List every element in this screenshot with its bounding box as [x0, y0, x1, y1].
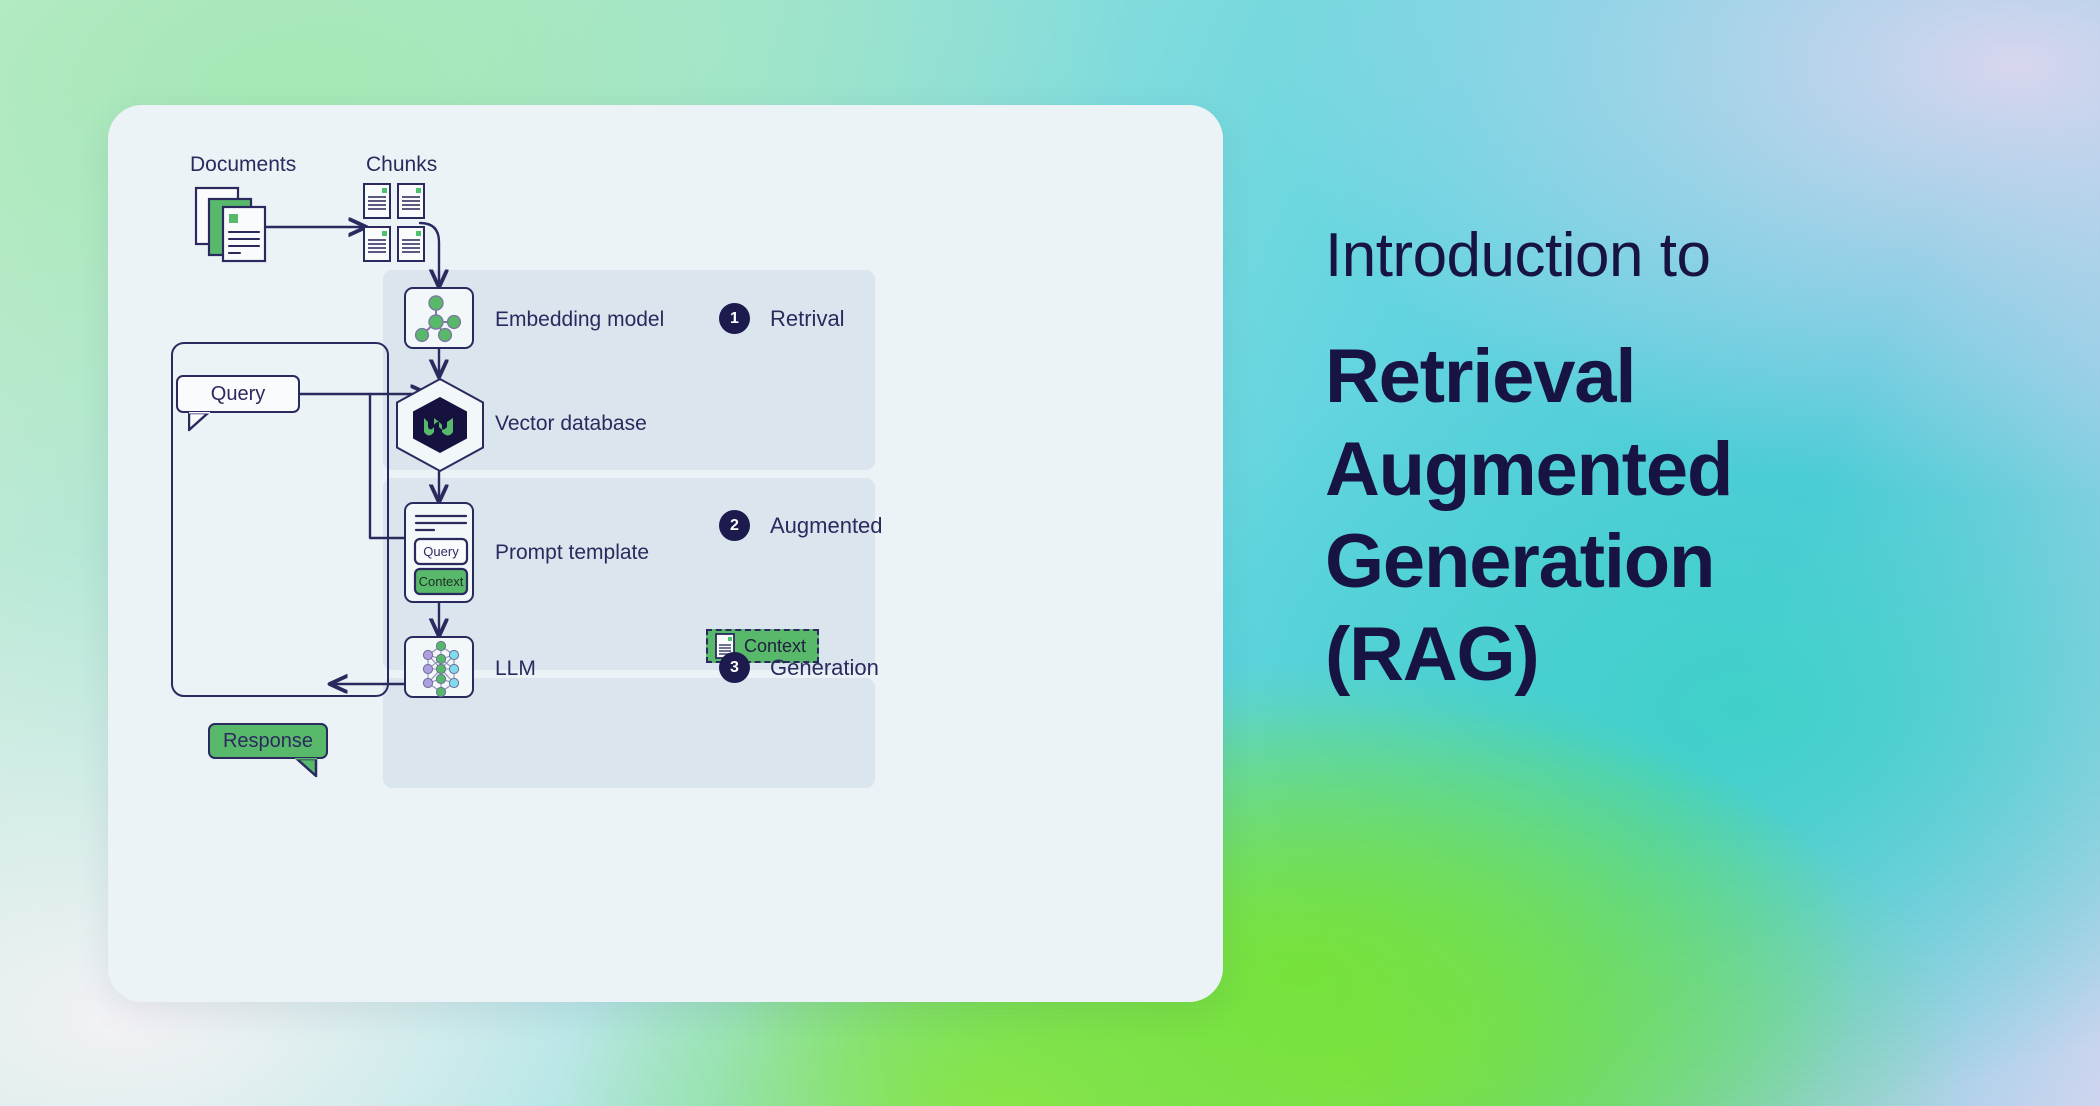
- title-line-4: (RAG): [1325, 612, 1540, 698]
- poster-canvas: Introduction to Retrieval Augmented Gene…: [0, 0, 2100, 1106]
- query-bubble[interactable]: Query: [176, 375, 300, 432]
- title-line-3: Generation: [1325, 519, 1715, 605]
- step-badge-2: 2: [719, 510, 750, 541]
- response-bubble-label: Response: [222, 729, 314, 752]
- response-bubble[interactable]: Response: [208, 723, 328, 778]
- documents-label: Documents: [190, 153, 297, 176]
- prompt-query-slot-text: Query: [423, 544, 459, 559]
- llm-label: LLM: [495, 657, 536, 680]
- chunks-icon: [363, 183, 425, 262]
- step-badge-3: 3: [719, 652, 750, 683]
- query-bubble-label: Query: [210, 382, 266, 405]
- prompt-template-label: Prompt template: [495, 541, 650, 564]
- title-block: Introduction to Retrieval Augmented Gene…: [1325, 225, 2015, 702]
- context-chip-label: Context: [744, 635, 807, 656]
- embedding-model-box[interactable]: [404, 287, 474, 349]
- diagram-card: Documents Chunks Query Response Embeddin…: [108, 105, 1223, 1002]
- title-line-1: Retrieval: [1325, 334, 1636, 419]
- query-bubble-tail: [188, 412, 210, 432]
- neural-network-icon: [422, 640, 460, 698]
- rag-pipeline-diagram: Documents Chunks Query Response Embeddin…: [108, 105, 1223, 1002]
- llm-box[interactable]: [404, 636, 474, 698]
- title-kicker: Introduction to: [1325, 221, 1711, 290]
- step-label-2: Augmented: [770, 513, 883, 538]
- chunks-label: Chunks: [366, 153, 438, 176]
- documents-icon: [194, 186, 267, 263]
- step-badge-1: 1: [719, 303, 750, 334]
- document-template-icon: Query Context: [413, 514, 469, 596]
- vector-database-label: Vector database: [495, 412, 647, 435]
- step-label-3: Generation: [770, 655, 879, 680]
- prompt-context-slot-text: Context: [419, 574, 464, 589]
- step-label-1: Retrival: [770, 306, 845, 331]
- embedding-model-label: Embedding model: [495, 308, 665, 331]
- node-graph-icon: [414, 295, 462, 343]
- response-bubble-tail: [295, 758, 318, 778]
- prompt-template-box[interactable]: Query Context: [404, 502, 474, 603]
- title-line-2: Augmented: [1325, 426, 1733, 512]
- vector-database-icon[interactable]: [393, 377, 487, 473]
- page-title: Retrieval Augmented Generation (RAG): [1325, 331, 2015, 702]
